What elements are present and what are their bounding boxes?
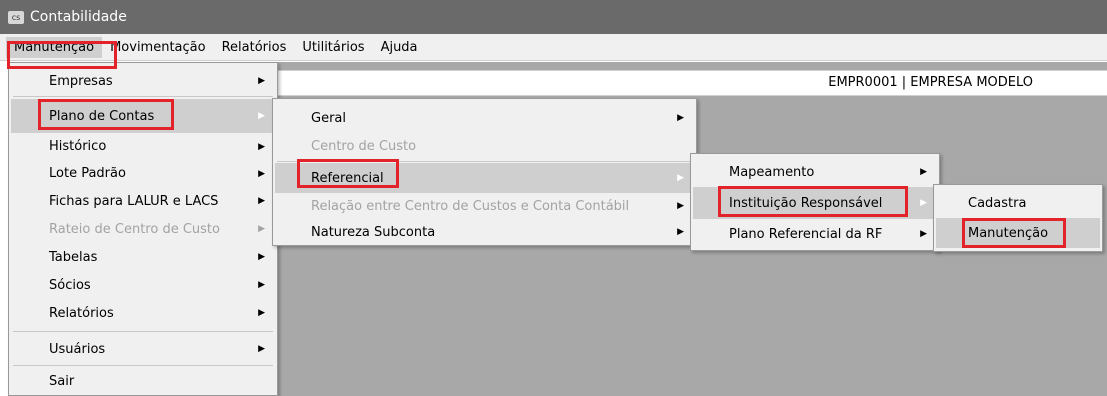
menu-item-label: Tabelas: [49, 249, 98, 265]
submenu-arrow-icon: ▶: [258, 344, 265, 354]
menu-item-sair[interactable]: Sair: [11, 368, 275, 394]
menu-item-label: Natureza Subconta: [311, 224, 436, 240]
menu-separator: [13, 365, 273, 366]
menu-item-label: Relação entre Centro de Custos e Conta C…: [311, 198, 630, 214]
menu-item-lote-padrao[interactable]: Lote Padrão ▶: [11, 160, 275, 187]
menu-item-label: Centro de Custo: [311, 139, 417, 154]
submenu-arrow-icon: ▶: [677, 173, 684, 183]
menu-utilitarios[interactable]: Utilitários: [294, 37, 372, 58]
submenu-arrow-icon: ▶: [920, 198, 927, 208]
menu-item-label: Cadastra: [968, 195, 1027, 211]
menu-separator: [13, 331, 273, 332]
menu-item-referencial[interactable]: Referencial ▶: [275, 163, 694, 193]
menu-manutencao[interactable]: Manutenção: [6, 36, 103, 58]
menu-item-label: Relatórios: [49, 305, 114, 321]
menu-item-historico[interactable]: Histórico ▶: [11, 133, 275, 160]
submenu-arrow-icon: ▶: [258, 280, 265, 290]
menu-movimentacao[interactable]: Movimentação: [102, 37, 214, 58]
menu-item-label: Manutenção: [968, 225, 1049, 241]
menu-ajuda[interactable]: Ajuda: [373, 37, 426, 58]
submenu-arrow-icon: ▶: [258, 308, 265, 318]
menu-separator: [13, 96, 273, 97]
menu-item-label: Lote Padrão: [49, 166, 126, 181]
submenu-arrow-icon: ▶: [258, 224, 265, 234]
submenu-referencial: Mapeamento ▶ Instituição Responsável ▶ P…: [690, 153, 940, 251]
menu-item-label: Geral: [311, 110, 346, 126]
menu-item-label: Empresas: [49, 73, 113, 89]
dropdown-manutencao: Empresas ▶ Plano de Contas ▶ Histórico ▶…: [8, 62, 278, 396]
menu-relatorios[interactable]: Relatórios: [214, 37, 295, 58]
submenu-arrow-icon: ▶: [258, 76, 265, 86]
menu-item-plano-de-contas[interactable]: Plano de Contas ▶: [11, 99, 275, 133]
menu-item-label: Mapeamento: [729, 164, 815, 180]
menu-item-plano-referencial-rf[interactable]: Plano Referencial da RF ▶: [693, 220, 937, 248]
menu-item-empresas[interactable]: Empresas ▶: [11, 67, 275, 95]
menu-item-centro-de-custo: Centro de Custo: [275, 133, 694, 160]
menu-item-usuarios[interactable]: Usuários ▶: [11, 335, 275, 363]
menu-item-label: Plano Referencial da RF: [729, 226, 883, 242]
submenu-arrow-icon: ▶: [258, 111, 265, 121]
menu-item-label: Fichas para LALUR e LACS: [49, 193, 219, 209]
menu-item-geral[interactable]: Geral ▶: [275, 103, 694, 133]
menu-item-label: Sair: [49, 373, 75, 389]
menu-item-relatorios[interactable]: Relatórios ▶: [11, 299, 275, 327]
menu-item-label: Rateio de Centro de Custo: [49, 221, 220, 237]
menu-item-rateio-centro-custo: Rateio de Centro de Custo ▶: [11, 215, 275, 243]
menu-item-fichas-lalur-lacs[interactable]: Fichas para LALUR e LACS ▶: [11, 187, 275, 215]
submenu-plano-de-contas: Geral ▶ Centro de Custo Referencial ▶ Re…: [272, 98, 697, 246]
submenu-arrow-icon: ▶: [258, 252, 265, 262]
menu-item-cadastra[interactable]: Cadastra: [936, 189, 1100, 217]
submenu-arrow-icon: ▶: [677, 113, 684, 123]
menu-item-natureza-subconta[interactable]: Natureza Subconta ▶: [275, 219, 694, 245]
company-label: EMPR0001 | EMPRESA MODELO: [828, 75, 1033, 90]
window-titlebar: cs Contabilidade: [0, 0, 1107, 34]
submenu-arrow-icon: ▶: [920, 229, 927, 239]
window-title: Contabilidade: [30, 9, 127, 25]
menu-item-label: Usuários: [49, 341, 106, 357]
menu-separator: [277, 161, 692, 162]
menu-item-manutencao[interactable]: Manutenção: [936, 218, 1100, 248]
menu-item-label: Instituição Responsável: [729, 195, 883, 211]
submenu-arrow-icon: ▶: [258, 168, 265, 179]
submenu-arrow-icon: ▶: [677, 201, 684, 211]
menu-item-tabelas[interactable]: Tabelas ▶: [11, 243, 275, 271]
app-window-icon[interactable]: cs: [8, 10, 24, 24]
menu-item-label: Plano de Contas: [49, 108, 155, 124]
menubar: Manutenção Movimentação Relatórios Utili…: [0, 34, 1107, 61]
menu-item-label: Sócios: [49, 277, 91, 293]
submenu-arrow-icon: ▶: [920, 167, 927, 177]
menu-item-label: Referencial: [311, 170, 384, 186]
menu-item-mapeamento[interactable]: Mapeamento ▶: [693, 158, 937, 186]
menu-item-label: Histórico: [49, 139, 107, 154]
menu-item-relacao-centro-custos-conta: Relação entre Centro de Custos e Conta C…: [275, 193, 694, 219]
menu-item-socios[interactable]: Sócios ▶: [11, 271, 275, 299]
submenu-arrow-icon: ▶: [677, 227, 684, 237]
submenu-arrow-icon: ▶: [258, 141, 265, 152]
company-bar: EMPR0001 | EMPRESA MODELO: [278, 70, 1107, 96]
menu-item-instituicao-responsavel[interactable]: Instituição Responsável ▶: [693, 187, 937, 219]
submenu-arrow-icon: ▶: [258, 196, 265, 206]
submenu-instituicao-responsavel: Cadastra Manutenção: [933, 184, 1103, 252]
